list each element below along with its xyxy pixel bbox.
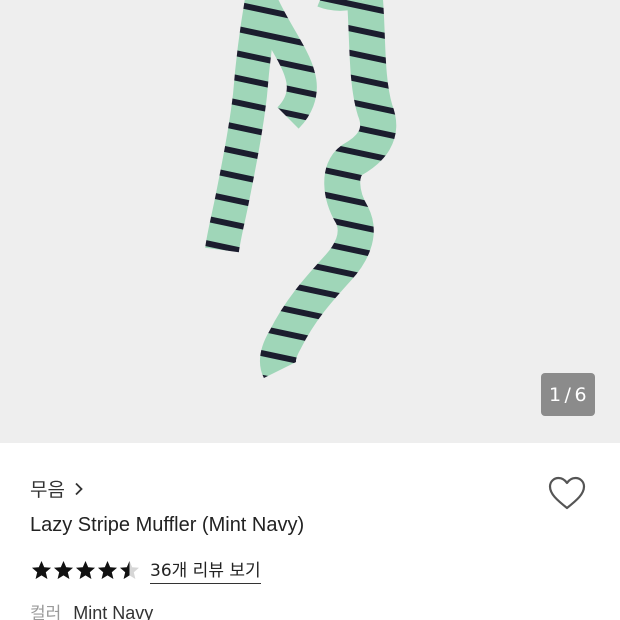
wishlist-button[interactable]	[547, 474, 587, 514]
star-icon	[53, 560, 74, 581]
counter-current: 1	[548, 383, 562, 406]
image-page-counter: 1 / 6	[541, 373, 595, 416]
counter-total: 6	[574, 383, 588, 406]
heart-outline-icon	[548, 476, 586, 510]
product-image	[205, 0, 397, 379]
counter-separator: /	[564, 383, 572, 406]
star-rating	[31, 560, 140, 581]
option-label: 컬러	[30, 604, 62, 620]
product-title: Lazy Stripe Muffler (Mint Navy)	[30, 514, 305, 536]
star-icon	[31, 560, 52, 581]
option-row: 컬러 Mint Navy	[30, 599, 153, 620]
star-icon	[119, 560, 140, 581]
star-icon	[97, 560, 118, 581]
rating-row: 36개 리뷰 보기	[31, 556, 261, 584]
brand-name: 무음	[30, 479, 65, 501]
star-icon	[75, 560, 96, 581]
reviews-link[interactable]: 36개 리뷰 보기	[150, 556, 261, 584]
option-value: Mint Navy	[73, 603, 154, 620]
brand-link[interactable]: 무음	[30, 475, 84, 502]
product-image-gallery[interactable]: 1 / 6	[0, 0, 620, 443]
product-info: 무음 Lazy Stripe Muffler (Mint Navy) 36개 리…	[0, 443, 620, 620]
chevron-right-icon	[74, 482, 84, 496]
